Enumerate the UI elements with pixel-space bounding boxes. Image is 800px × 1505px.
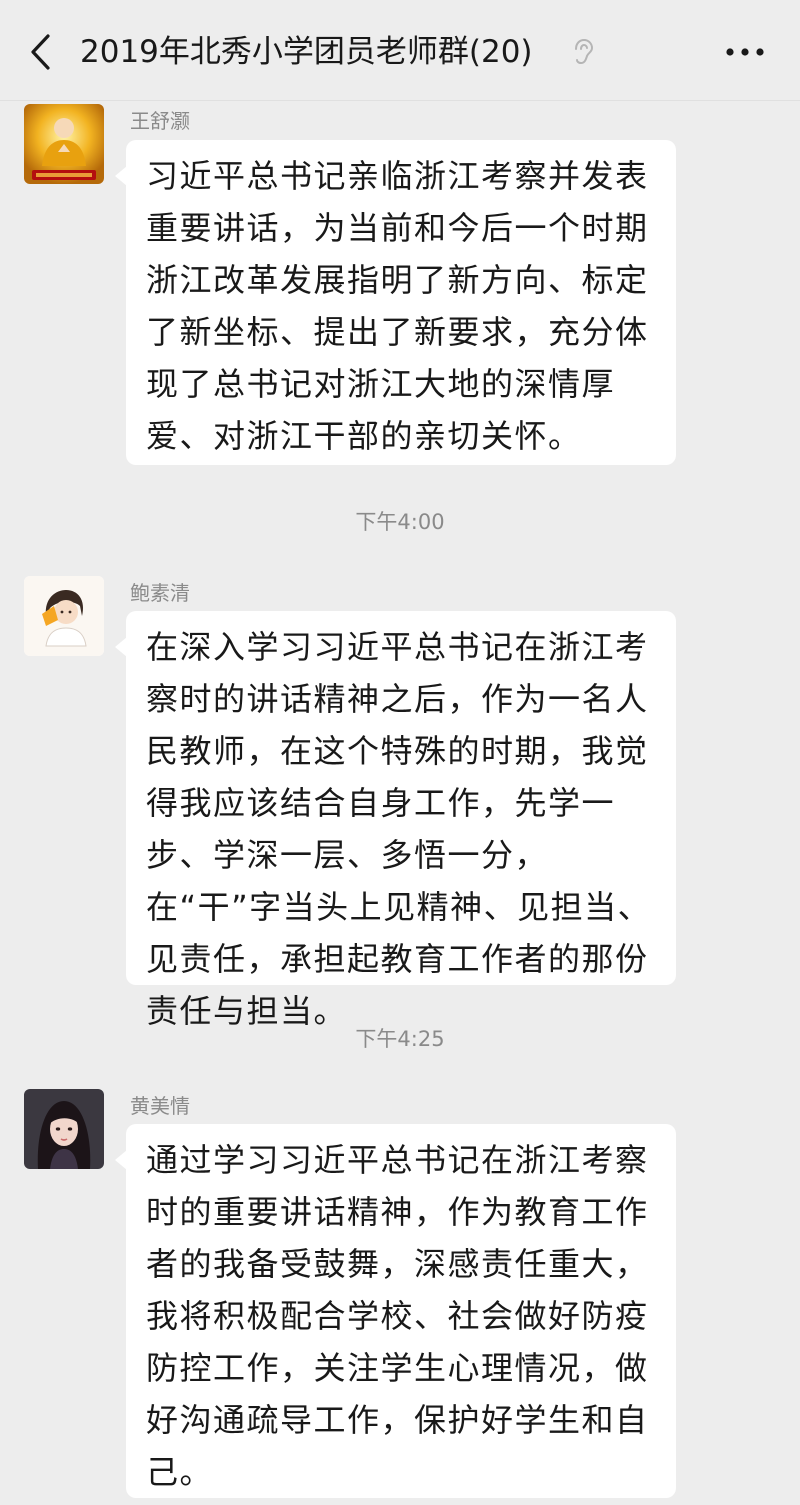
sender-avatar[interactable]: [24, 104, 104, 184]
message-text: 在深入学习习近平总书记在浙江考察时的讲话精神之后，作为一名人民教师，在这个特殊的…: [146, 628, 652, 1030]
message-text: 通过学习习近平总书记在浙江考察时的重要讲话精神，作为教育工作者的我备受鼓舞，深感…: [146, 1141, 649, 1491]
message-bubble[interactable]: 习近平总书记亲临浙江考察并发表重要讲话，为当前和今后一个时期浙江改革发展指明了新…: [115, 140, 676, 465]
back-button[interactable]: [22, 30, 62, 74]
avatar-cartoon-girl-icon: [24, 576, 104, 656]
message-bubble[interactable]: 在深入学习习近平总书记在浙江考察时的讲话精神之后，作为一名人民教师，在这个特殊的…: [115, 611, 676, 1030]
timestamp: 下午4:00: [355, 510, 445, 534]
avatar-gold-buddha-icon: [24, 104, 104, 184]
message-text: 习近平总书记亲临浙江考察并发表重要讲话，为当前和今后一个时期浙江改革发展指明了新…: [146, 157, 649, 455]
sender-avatar[interactable]: [24, 576, 104, 656]
sender-avatar[interactable]: [24, 1089, 104, 1169]
timestamp: 下午4:25: [355, 1027, 445, 1051]
chat-header: 2019年北秀小学团员老师群(20): [0, 0, 800, 101]
ear-muted-icon: [571, 38, 595, 66]
more-options-button[interactable]: [722, 34, 768, 70]
sender-name: 黄美情: [130, 1094, 190, 1118]
avatar-illustrated-woman-icon: [24, 1089, 104, 1169]
more-dots-icon: [726, 48, 764, 56]
sender-name: 王舒灏: [130, 109, 190, 133]
chevron-left-icon: [31, 34, 50, 70]
chat-title: 2019年北秀小学团员老师群(20): [80, 34, 533, 70]
message-bubble[interactable]: 通过学习习近平总书记在浙江考察时的重要讲话精神，作为教育工作者的我备受鼓舞，深感…: [115, 1124, 676, 1498]
sender-name: 鲍素清: [130, 581, 190, 605]
